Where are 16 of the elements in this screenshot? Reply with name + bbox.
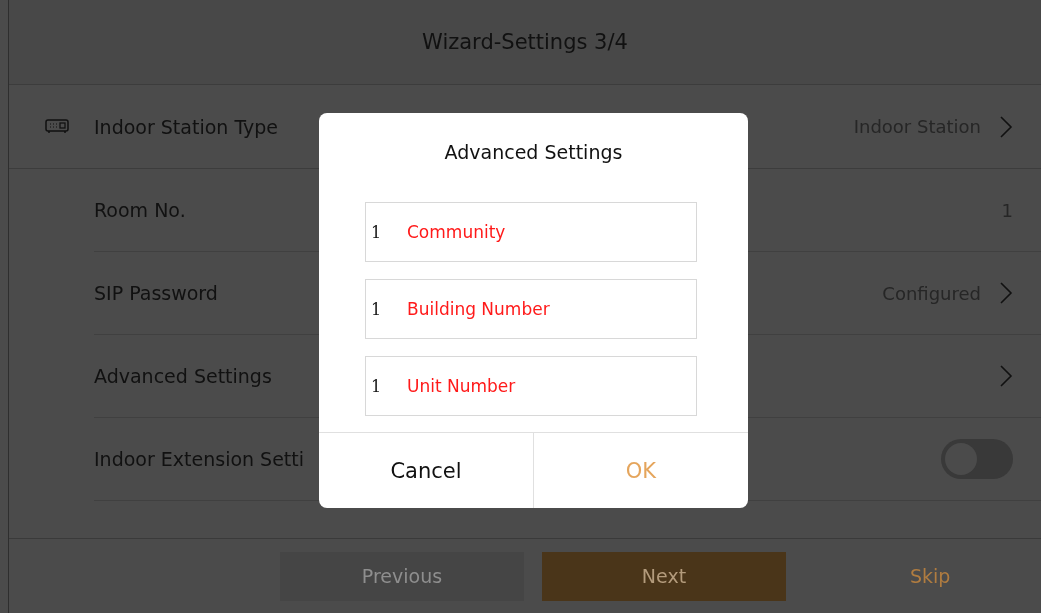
chevron-icon[interactable] [999,281,1013,305]
device-icon [44,118,69,135]
chevron-icon[interactable] [999,114,1013,139]
setting-label: Room No. [94,199,186,221]
input-field[interactable]: 1 Community [365,202,697,262]
input-field[interactable]: 1 Unit Number [365,356,697,416]
setting-label: SIP Password [94,282,218,304]
dialog-title: Advanced Settings [443,141,624,165]
chevron-icon[interactable] [999,364,1013,388]
input-field[interactable]: 1 Building Number [365,279,697,339]
setting-label: Indoor Extension Setti [94,448,305,470]
page-title: Wizard-Settings 3/4 [422,30,628,54]
setting-label: Advanced Settings [94,365,272,387]
next-button[interactable]: Next [542,551,786,601]
cancel-button[interactable]: Cancel [319,433,533,508]
setting-label: Indoor Station Type [94,115,279,138]
